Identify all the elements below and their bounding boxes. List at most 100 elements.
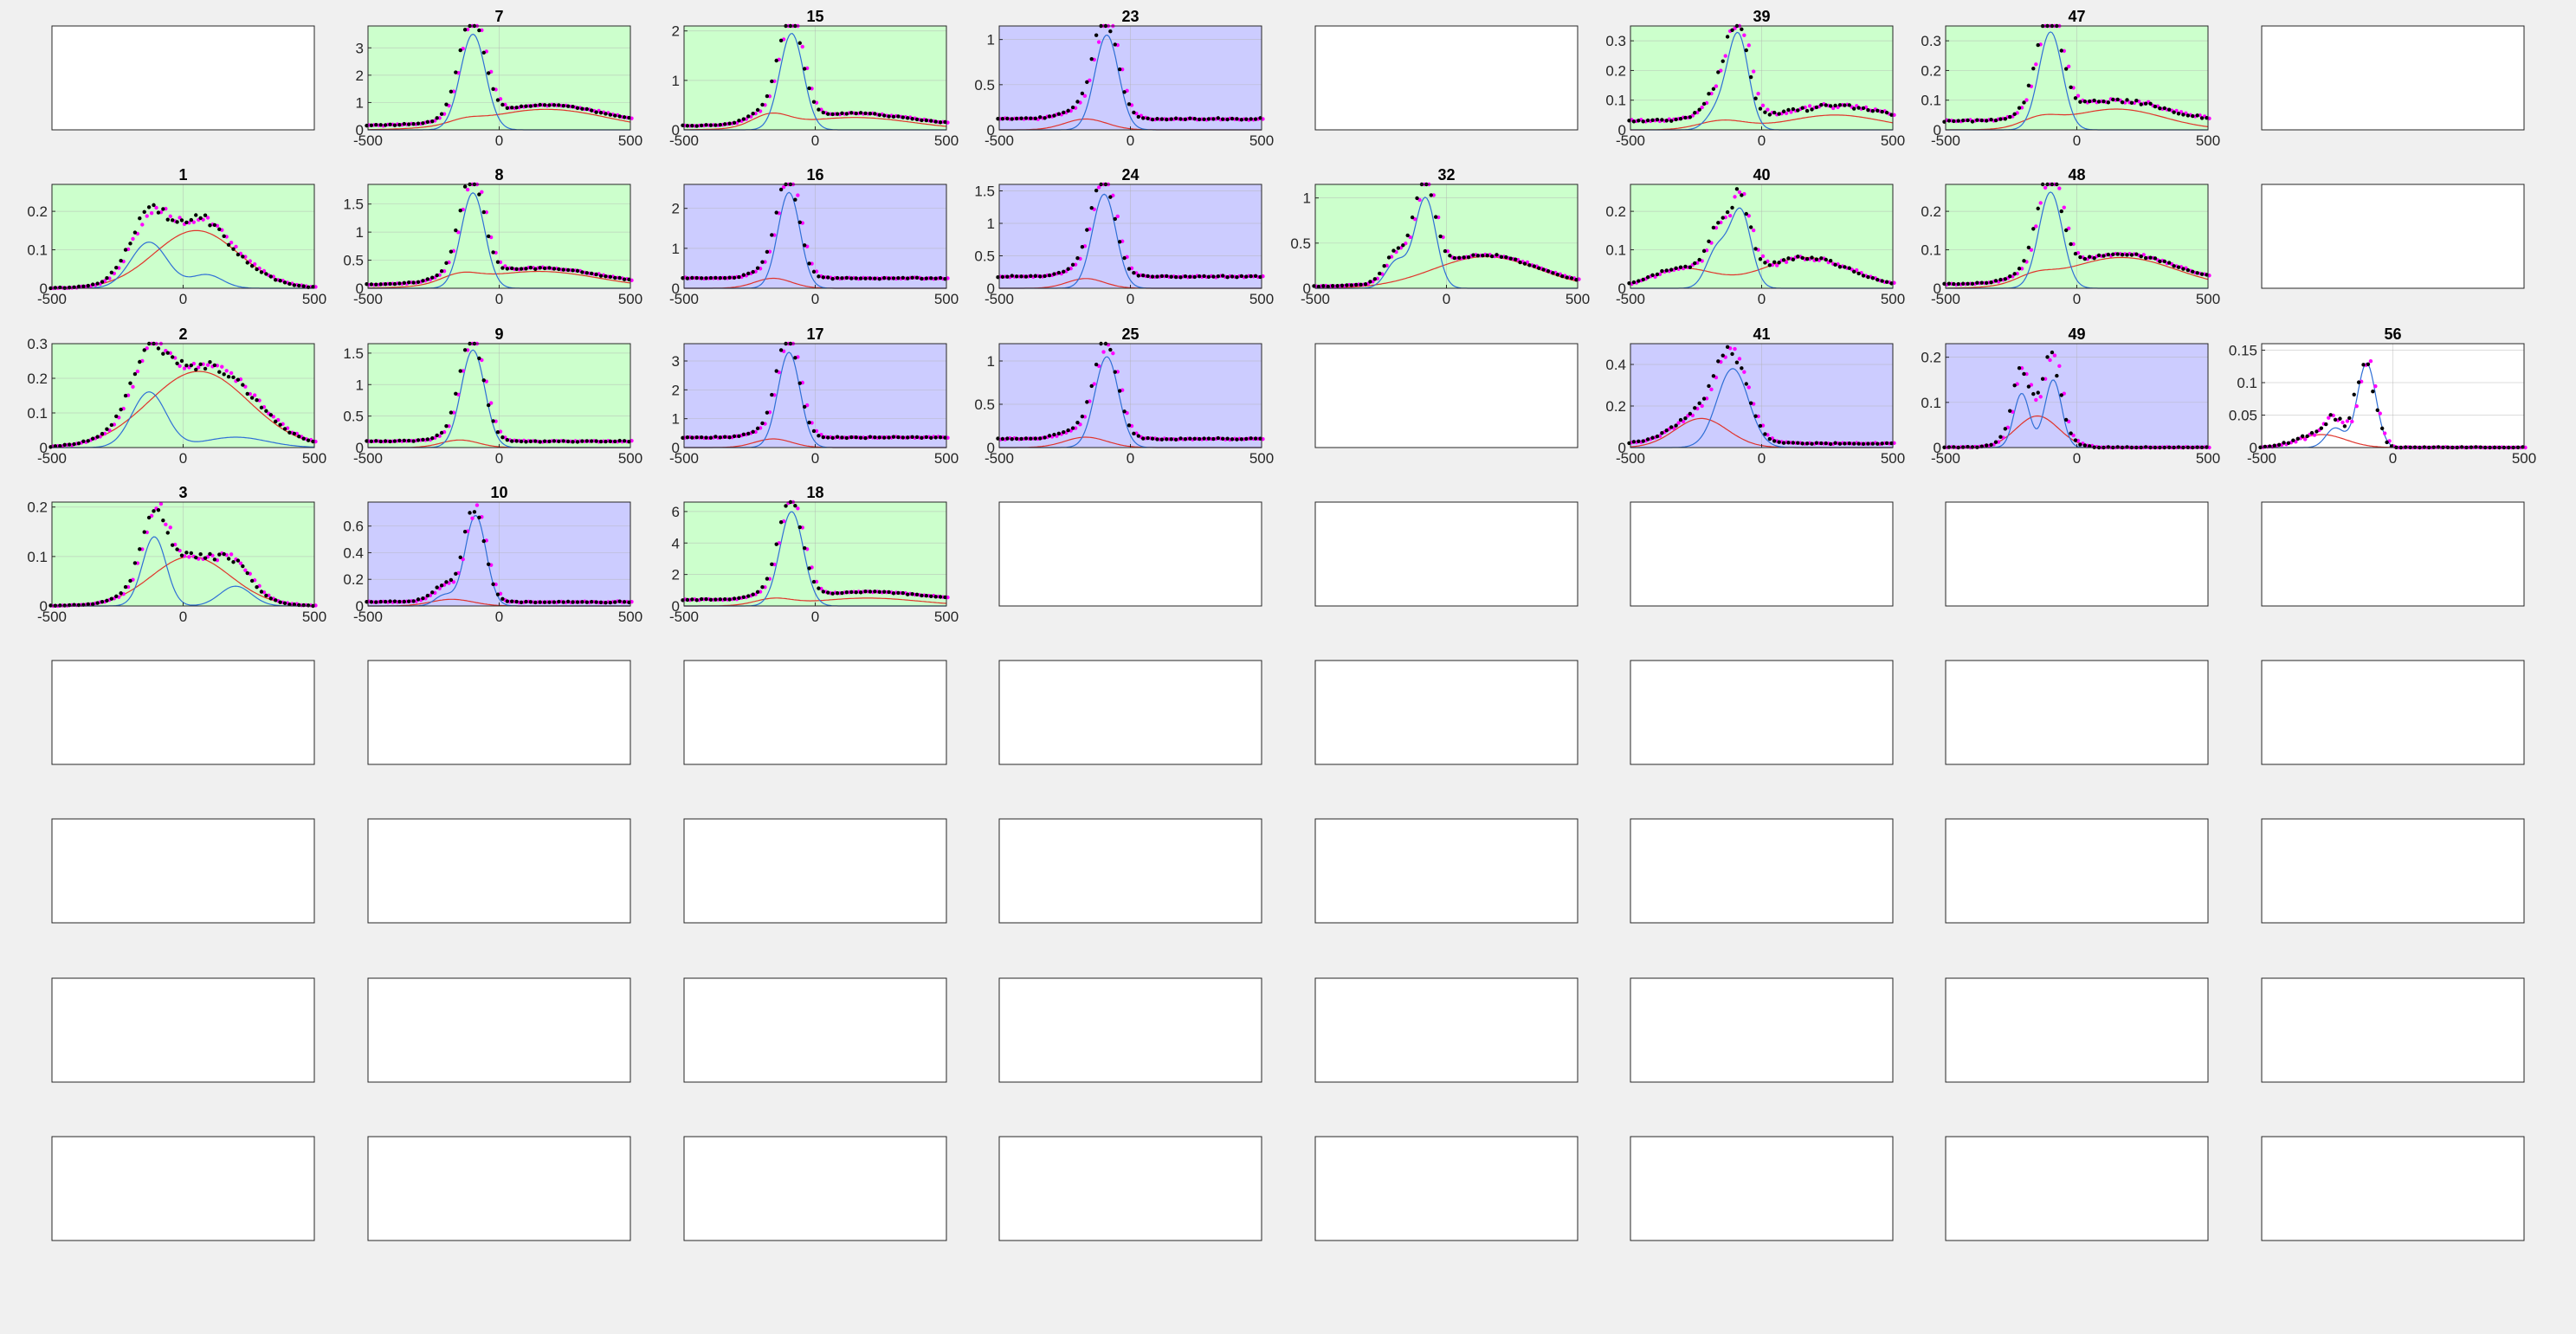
black-point — [938, 595, 943, 599]
black-point — [1730, 205, 1734, 210]
black-point — [1033, 274, 1037, 278]
x-tick-label: 0 — [2073, 291, 2081, 307]
black-point — [765, 93, 770, 99]
y-tick-label: 0.1 — [27, 405, 48, 422]
black-point — [1471, 253, 1475, 257]
black-point — [369, 123, 374, 127]
black-point — [868, 111, 873, 116]
black-point — [863, 590, 868, 594]
black-point — [486, 71, 491, 75]
black-point — [1734, 360, 1740, 364]
y-tick-label: 0.5 — [343, 409, 364, 425]
black-point — [142, 209, 146, 215]
black-point — [1880, 441, 1884, 446]
black-point — [741, 117, 746, 121]
black-point — [2026, 384, 2031, 389]
black-point — [161, 518, 165, 523]
black-point — [1866, 107, 1870, 113]
black-point — [713, 435, 718, 439]
black-point — [132, 561, 138, 565]
black-point — [1321, 284, 1326, 288]
black-point — [1725, 345, 1730, 350]
black-point — [297, 435, 301, 439]
black-point — [1810, 441, 1814, 446]
black-point — [2436, 445, 2441, 449]
black-point — [519, 104, 524, 109]
black-point — [481, 538, 486, 544]
black-point — [732, 596, 737, 601]
black-point — [1721, 59, 1725, 63]
black-point — [1192, 117, 1197, 121]
black-point — [1753, 414, 1758, 418]
black-point — [454, 571, 458, 577]
black-point — [622, 115, 627, 119]
black-point — [1415, 196, 1419, 201]
black-point — [510, 106, 514, 110]
black-point — [708, 597, 713, 602]
black-point — [2338, 416, 2342, 421]
axes-box — [1945, 977, 2209, 1083]
black-point — [2096, 253, 2101, 258]
black-point — [2031, 227, 2036, 231]
black-point — [1833, 262, 1837, 267]
black-point — [793, 504, 797, 508]
subplot-4-3 — [998, 660, 1262, 765]
axes-box — [998, 660, 1262, 765]
black-point — [1984, 443, 1989, 448]
black-point — [1216, 116, 1221, 120]
black-point — [1155, 274, 1159, 279]
magenta-point — [220, 364, 224, 369]
black-point — [561, 267, 565, 272]
black-point — [547, 103, 552, 107]
black-point — [1833, 103, 1837, 108]
black-point — [1489, 254, 1495, 259]
black-point — [933, 595, 938, 599]
black-point — [835, 590, 840, 596]
black-point — [1711, 87, 1716, 91]
black-point — [1861, 441, 1866, 447]
black-point — [81, 284, 86, 288]
black-point — [2022, 100, 2026, 105]
magenta-point — [1751, 69, 1756, 74]
black-point — [722, 596, 727, 602]
black-point — [2063, 228, 2069, 233]
black-point — [722, 275, 727, 280]
subplot-1-6: 00.10.2-500 0 50048 — [1921, 166, 2220, 307]
black-point — [598, 600, 604, 605]
x-tick-label: -500 — [1931, 132, 1960, 149]
black-point — [1861, 106, 1866, 111]
black-point — [737, 119, 741, 123]
axes-box — [2261, 818, 2525, 924]
black-point — [830, 435, 835, 441]
black-point — [1037, 274, 1043, 279]
black-point — [72, 441, 76, 447]
black-point — [1800, 255, 1804, 261]
magenta-point — [1742, 33, 1746, 37]
y-tick-label: 0.2 — [27, 203, 48, 220]
black-point — [881, 113, 887, 118]
black-point — [877, 113, 881, 117]
magenta-point — [2038, 201, 2043, 205]
black-point — [231, 247, 236, 251]
black-point — [1804, 441, 1810, 446]
black-point — [1565, 275, 1569, 280]
black-point — [1861, 274, 1866, 278]
black-point — [901, 115, 906, 119]
black-point — [920, 593, 924, 598]
black-point — [462, 348, 468, 352]
black-point — [1796, 441, 1800, 445]
black-point — [1645, 118, 1650, 123]
black-point — [2045, 355, 2050, 359]
black-point — [538, 266, 542, 270]
x-tick-label: 500 — [2512, 450, 2536, 467]
magenta-point — [1733, 346, 1737, 351]
black-point — [1070, 105, 1075, 110]
y-tick-label: 1.5 — [343, 345, 364, 362]
black-point — [369, 282, 374, 287]
y-tick-label: 1 — [987, 32, 995, 48]
x-tick-label: -500 — [669, 291, 699, 307]
black-point — [575, 268, 580, 274]
black-point — [1856, 271, 1861, 276]
black-point — [2106, 252, 2111, 257]
black-point — [722, 122, 727, 126]
